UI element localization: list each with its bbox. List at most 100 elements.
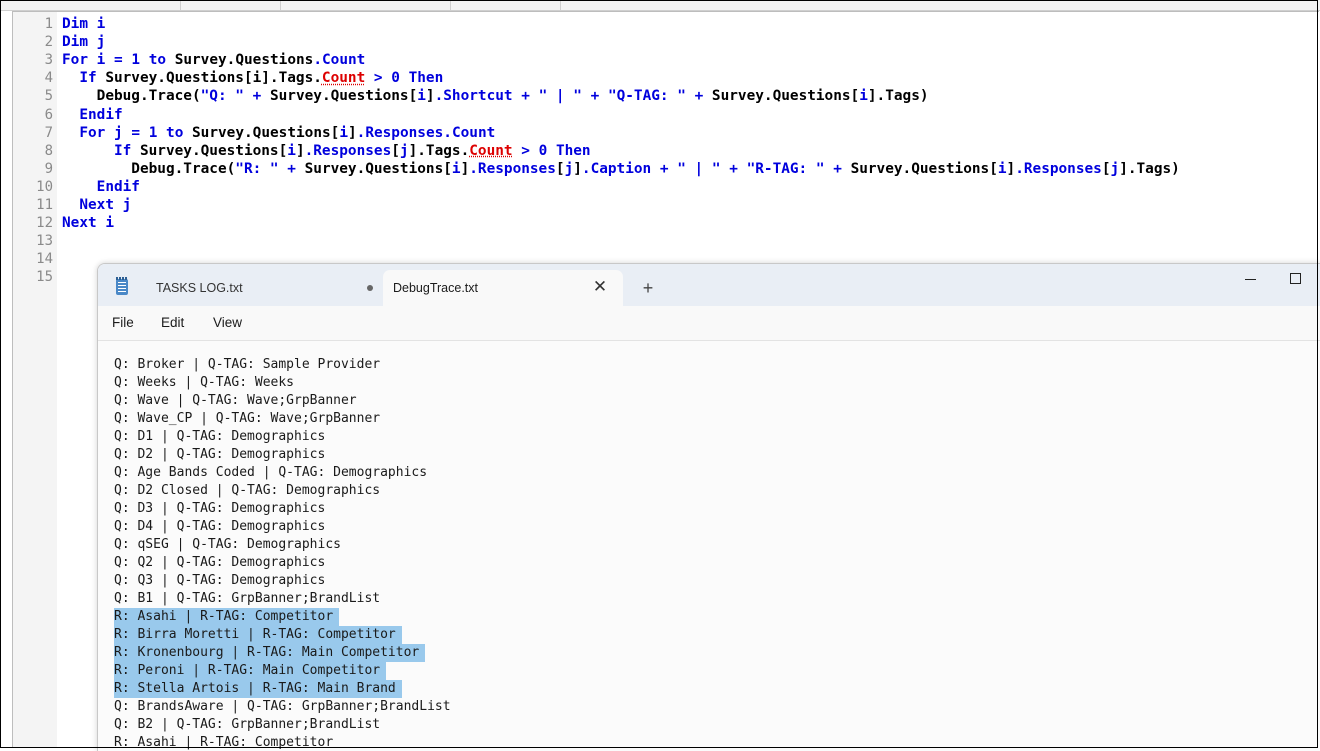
menu-file[interactable]: File [112,306,134,340]
code-token: For [79,124,106,141]
code-token: Next [79,197,114,213]
code-line: Endif [62,106,123,124]
code-token: Endif [79,106,123,123]
code-token: j [122,197,132,213]
line-number: 9 [44,160,53,177]
code-token: "Q: " [200,88,244,105]
code-token: Survey.Questions [166,52,314,69]
code-token: j [1110,160,1120,177]
code-line: Dim i [62,15,105,33]
code-token: .Caption [581,160,652,177]
tab-label: DebugTrace.txt [393,281,478,295]
text-line: Q: Q3 | Q-TAG: Demographics [114,573,326,588]
code-token: ].Tags. [408,142,470,159]
code-token: ] [425,88,435,105]
close-icon[interactable]: ✕ [592,278,608,295]
selected-text-line: R: Birra Moretti | R-TAG: Competitor [114,626,402,644]
tab-tasks-log[interactable]: TASKS LOG.txt [104,270,384,306]
code-line: For i = 1 to Survey.Questions.Count [62,51,365,69]
line-number: 2 [44,34,53,51]
code-token: 1 [131,52,141,69]
menu-view[interactable]: View [213,306,242,340]
code-token: to [148,52,167,69]
selected-text-line: R: Kronenbourg | R-TAG: Main Competitor [114,644,426,662]
code-token: ] [1006,160,1016,177]
text-line: Q: Broker | Q-TAG: Sample Provider [114,357,381,372]
line-number: 4 [44,70,53,87]
code-token: Dim [62,16,88,32]
code-token: .Responses.Count [356,124,496,141]
tab-debug-trace[interactable]: DebugTrace.txt ✕ [383,270,623,306]
code-token: "Q-TAG: " [607,88,686,105]
line-number: 1 [44,16,53,32]
code-token: + [833,160,842,177]
text-line: Q: Weeks | Q-TAG: Weeks [114,375,295,390]
code-line: Endif [62,178,140,196]
notepad-text-area[interactable]: Q: Broker | Q-TAG: Sample Provider Q: Wee… [98,341,1320,751]
code-token: to [166,124,184,141]
menu-edit[interactable]: Edit [161,306,184,340]
code-token: Survey.Questions[ [131,142,288,159]
code-token: " | " [538,88,582,105]
top-toolbar-strip [0,0,1320,11]
code-token: i [417,88,426,105]
code-token: .Shortcut [434,88,513,105]
code-token: + [521,88,530,105]
code-line: Debug.Trace("Q: " + Survey.Questions[i].… [62,87,929,105]
code-token: + [694,88,704,105]
code-token: i [287,142,296,159]
unsaved-dot-icon [367,285,373,291]
text-line: Q: D4 | Q-TAG: Demographics [114,519,326,534]
code-token: For [62,52,88,69]
code-token: ].Tags) [867,88,929,105]
code-token: i [997,160,1007,177]
text-line: Q: B1 | Q-TAG: GrpBanner;BrandList [114,591,381,606]
code-token: ] [573,160,582,177]
code-token: i [105,215,114,232]
maximize-icon[interactable] [1290,273,1301,284]
toolbar-segment [0,0,181,10]
code-token: i [451,160,461,177]
minimize-icon[interactable] [1245,270,1257,288]
code-token: > [373,70,383,87]
code-token: Survey.Questions[i].Tags. [96,70,322,87]
code-token: " | " [677,160,721,177]
tab-label: TASKS LOG.txt [156,281,243,295]
selected-text-line: R: Stella Artois | R-TAG: Main Brand [114,680,402,698]
line-number: 3 [44,52,53,69]
code-token: i [859,88,868,105]
code-line: If Survey.Questions[i].Responses[j].Tags… [62,142,591,160]
code-token: Survey.Questions[ [841,160,998,177]
code-token: Dim [62,34,88,51]
code-token: 0 [391,70,400,87]
new-tab-plus-icon[interactable]: + [639,279,657,297]
text-line: Q: D2 | Q-TAG: Demographics [114,447,326,462]
text-line: Q: B2 | Q-TAG: GrpBanner;BrandList [114,717,381,732]
code-token: .Responses [1015,160,1102,177]
code-line: Dim j [62,33,105,51]
selected-text-line: R: Peroni | R-TAG: Main Competitor [114,662,387,680]
line-number: 14 [36,251,53,268]
text-line: Q: Wave | Q-TAG: Wave;GrpBanner [114,393,357,408]
selected-text-line: R: Asahi | R-TAG: Competitor [114,608,340,626]
code-token: + [590,88,600,105]
code-line: Next j [62,196,131,214]
toolbar-segment [280,0,451,10]
code-token: If [113,142,132,159]
code-line: Next i [62,214,114,232]
code-token: ] [460,160,470,177]
code-token: ] [295,142,305,159]
code-token: .Responses [469,160,556,177]
